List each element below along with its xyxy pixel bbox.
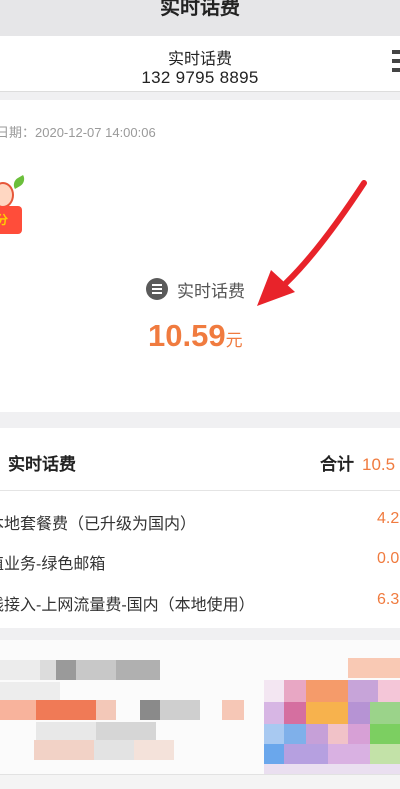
bottom-divider [0,774,400,789]
pixelated-content [0,640,400,780]
gift-badge-text: 分 [0,213,9,227]
gift-icon[interactable]: 分 [0,170,30,240]
phone-number: 132 9795 8895 [141,68,259,87]
detail-total: 合计 10.5 [320,450,395,475]
item-label: 值业务-绿色邮箱 [0,556,106,573]
total-value: 10.5 [362,455,396,474]
bill-label-text: 实时话费 [177,281,245,301]
account-header: 实时话费 132 9795 8895 [0,36,400,92]
list-icon [146,278,168,300]
item-amount: 0.0 [377,550,400,567]
list-item[interactable]: 线接入-上网流量费-国内（本地使用） 6.3 [0,581,400,621]
bill-label: 实时话费 [146,277,245,301]
detail-title: 实时话费 [8,455,76,474]
bill-date: 日期：2020-12-07 14:00:06 [0,125,156,140]
title-bar: 实时话费 [0,0,400,36]
bill-amount: 10.59元 [148,318,243,354]
list-item[interactable]: 本地套餐费（已升级为国内） 4.2 [0,500,400,540]
total-label: 合计 [320,455,354,474]
item-label: 线接入-上网流量费-国内（本地使用） [0,597,255,614]
red-arrow-annotation [257,180,367,306]
more-menu-icon[interactable] [392,50,400,76]
detail-header[interactable]: 实时话费 合计 10.5 [0,428,400,491]
page-title: 实时话费 [160,0,240,19]
amount-value: 10.59 [148,318,226,353]
list-item[interactable]: 值业务-绿色邮箱 0.0 [0,540,400,580]
account-name: 实时话费 [167,51,232,68]
item-label: 本地套餐费（已升级为国内） [0,516,197,533]
bill-summary-card: 日期：2020-12-07 14:00:06 分 实时话费 10.59元 [0,100,400,412]
amount-unit: 元 [225,331,243,350]
item-amount: 6.3 [377,591,400,608]
bill-detail-card: 实时话费 合计 10.5 本地套餐费（已升级为国内） 4.2 值业务-绿色邮箱 0… [0,428,400,628]
item-amount: 4.2 [377,510,400,527]
